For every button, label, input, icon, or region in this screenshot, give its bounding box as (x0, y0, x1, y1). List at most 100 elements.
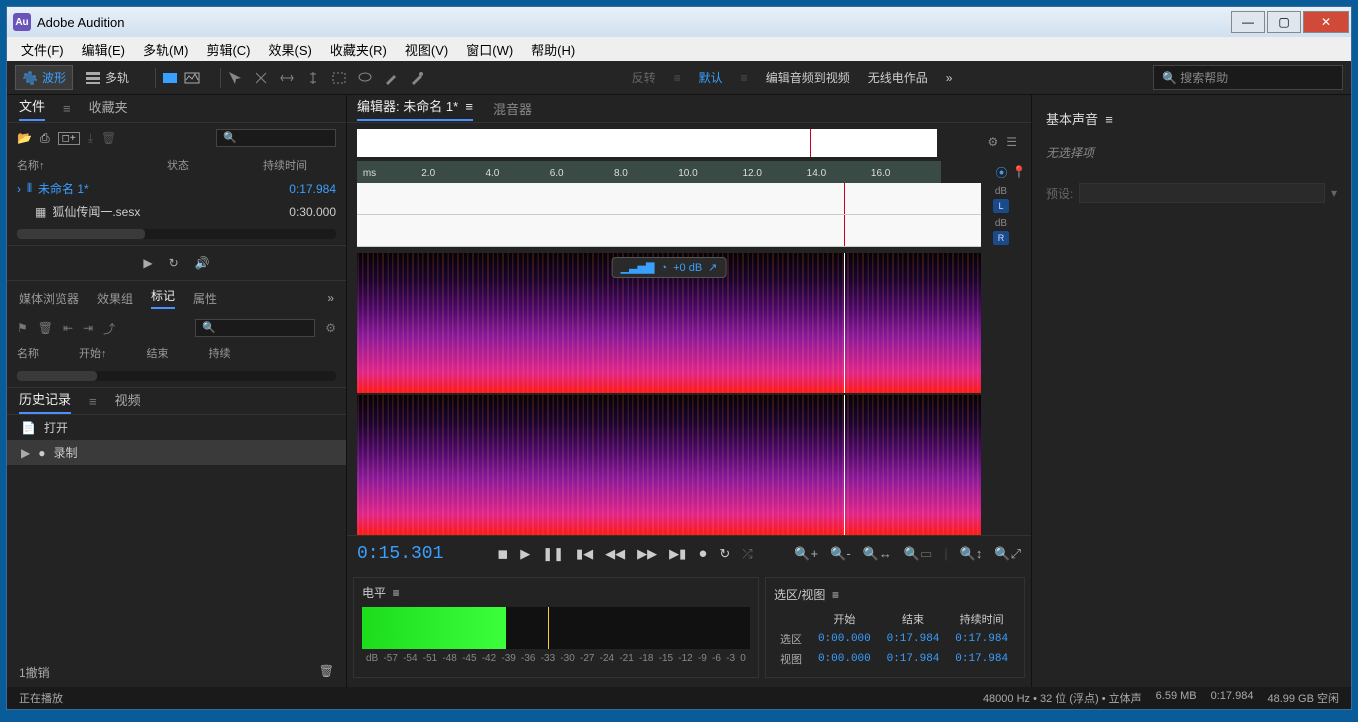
effects-rack-tab[interactable]: 效果组 (97, 290, 133, 307)
menu-file[interactable]: 文件(F) (21, 40, 64, 59)
view-end[interactable]: 0:17.984 (879, 649, 948, 669)
header-name[interactable]: 名称↑ (17, 157, 167, 173)
help-search-input[interactable]: 🔍 搜索帮助 (1153, 65, 1343, 90)
overview-list-icon[interactable]: ☰ (1006, 135, 1017, 149)
move-tool-icon[interactable] (227, 70, 243, 86)
record-button[interactable]: ● (698, 545, 707, 562)
menu-multitrack[interactable]: 多轨(M) (143, 40, 189, 59)
add-marker-icon[interactable]: ⚑ (17, 321, 28, 335)
delete-icon[interactable]: 🗑 (101, 131, 116, 145)
preset-dropdown[interactable] (1079, 183, 1325, 203)
skip-button[interactable]: ⤮ (742, 546, 752, 562)
view-start[interactable]: 0:00.000 (810, 649, 879, 669)
close-button[interactable]: ✕ (1303, 11, 1349, 33)
mini-autoplay-icon[interactable]: 🔊 (195, 256, 210, 270)
workspace-default[interactable]: 默认 (699, 69, 723, 86)
marker-header-end[interactable]: 结束 (147, 345, 169, 361)
time-tool-icon[interactable] (305, 70, 321, 86)
sel-start[interactable]: 0:00.000 (810, 629, 879, 649)
menu-view[interactable]: 视图(V) (405, 40, 448, 59)
markers-scrollbar[interactable] (17, 371, 336, 381)
rewind-button[interactable]: ◀◀ (605, 546, 625, 562)
insert-icon[interactable]: ⤓ (88, 131, 93, 146)
multitrack-mode-button[interactable]: 多轨 (79, 66, 135, 89)
history-item-open[interactable]: 📄 打开 (7, 415, 346, 440)
brush-tool-icon[interactable] (383, 70, 399, 86)
workspace-transform[interactable]: 反转 (632, 69, 656, 86)
channel-r-badge[interactable]: R (993, 231, 1009, 245)
file-row[interactable]: ▦ 狐仙传闻一.sesx 0:30.000 (7, 200, 346, 223)
sel-end[interactable]: 0:17.984 (879, 629, 948, 649)
heal-tool-icon[interactable] (409, 70, 425, 86)
markers-tab[interactable]: 标记 (151, 287, 175, 309)
overview-settings-icon[interactable]: ⚙ (987, 135, 998, 149)
next-button[interactable]: ▶▮ (669, 546, 686, 562)
menu-clip[interactable]: 剪辑(C) (206, 40, 250, 59)
pin-icon[interactable]: ⦿ (996, 164, 1008, 181)
marquee-tool-icon[interactable] (331, 70, 347, 86)
mini-loop-icon[interactable]: ↻ (169, 256, 179, 270)
menu-window[interactable]: 窗口(W) (466, 40, 513, 59)
sel-dur[interactable]: 0:17.984 (947, 629, 1016, 649)
properties-tab[interactable]: 属性 (193, 290, 217, 307)
view-dur[interactable]: 0:17.984 (947, 649, 1016, 669)
history-item-record[interactable]: ▶ ● 录制 (7, 440, 346, 465)
tabs-overflow-icon[interactable]: » (327, 291, 334, 305)
pause-button[interactable]: ❚❚ (542, 546, 564, 562)
marker-header-start[interactable]: 开始↑ (79, 345, 107, 361)
pin-icon-2[interactable]: 📍 (1012, 165, 1027, 179)
zoom-sel-icon[interactable]: 🔍▭ (904, 546, 932, 562)
hud-toggle-icon[interactable] (162, 70, 178, 86)
media-browser-tab[interactable]: 媒体浏览器 (19, 290, 79, 307)
workspace-radio[interactable]: 无线电作品 (868, 69, 928, 86)
marker-out-icon[interactable]: ⇥ (83, 321, 93, 335)
open-file-icon[interactable]: 📂 (17, 131, 32, 145)
marker-header-name[interactable]: 名称 (17, 345, 39, 361)
editor-tab[interactable]: 编辑器: 未命名 1* ≡ (357, 96, 473, 121)
zoom-in-icon[interactable]: 🔍+ (794, 546, 818, 562)
files-tab[interactable]: 文件 (19, 96, 45, 121)
waveform-left-channel[interactable] (357, 183, 981, 215)
waveform-mode-button[interactable]: 波形 (15, 65, 73, 90)
marker-export-icon[interactable]: ⤴ (103, 320, 115, 337)
video-tab[interactable]: 视频 (115, 390, 141, 413)
lasso-tool-icon[interactable] (357, 70, 373, 86)
menu-effects[interactable]: 效果(S) (269, 40, 312, 59)
prev-button[interactable]: ▮◀ (576, 546, 593, 562)
zoom-full-icon[interactable]: 🔍↔ (863, 546, 892, 562)
new-file-icon[interactable]: ◻+ (58, 132, 80, 145)
gain-pin-icon[interactable]: ↗ (708, 261, 717, 274)
preset-chevron-icon[interactable]: ▾ (1331, 186, 1337, 200)
forward-button[interactable]: ▶▶ (637, 546, 657, 562)
file-filter-input[interactable] (216, 129, 336, 147)
gain-hud[interactable]: ▁▃▅▇ ◔ +0 dB ↗ (612, 257, 727, 278)
file-row[interactable]: › ⫴ 未命名 1* 0:17.984 (7, 177, 346, 200)
zoom-out-v-icon[interactable]: 🔍⤢ (994, 546, 1021, 562)
marker-filter-input[interactable] (195, 319, 315, 337)
maximize-button[interactable]: ▢ (1267, 11, 1301, 33)
history-trash-icon[interactable]: 🗑 (319, 664, 334, 681)
header-duration[interactable]: 持续时间 (227, 157, 307, 173)
overview-waveform[interactable] (357, 129, 937, 157)
history-tab[interactable]: 历史记录 (19, 389, 71, 414)
level-meter[interactable] (362, 607, 750, 649)
workspace-more[interactable]: » (946, 71, 953, 85)
zoom-out-icon[interactable]: 🔍- (830, 546, 851, 562)
favorites-tab[interactable]: 收藏夹 (89, 97, 128, 120)
timeline-ruler[interactable]: ms 2.0 4.0 6.0 8.0 10.0 12.0 14.0 16.0 (357, 161, 941, 183)
spectrogram-left[interactable]: ▁▃▅▇ ◔ +0 dB ↗ Hz10k6k4k2k1k (357, 253, 981, 393)
menu-help[interactable]: 帮助(H) (531, 40, 575, 59)
marker-in-icon[interactable]: ⇤ (63, 321, 73, 335)
mixer-tab[interactable]: 混音器 (493, 99, 532, 118)
minimize-button[interactable]: — (1231, 11, 1265, 33)
marker-header-duration[interactable]: 持续 (209, 345, 231, 361)
channel-l-badge[interactable]: L (993, 199, 1009, 213)
mini-play-icon[interactable]: ▶ (143, 256, 152, 270)
menu-edit[interactable]: 编辑(E) (82, 40, 125, 59)
files-scrollbar[interactable] (17, 229, 336, 239)
zoom-in-v-icon[interactable]: 🔍↕ (960, 546, 983, 562)
loop-button[interactable]: ↻ (719, 546, 730, 562)
waveform-right-channel[interactable] (357, 215, 981, 247)
workspace-edit-video[interactable]: 编辑音频到视频 (766, 69, 850, 86)
slip-tool-icon[interactable] (279, 70, 295, 86)
